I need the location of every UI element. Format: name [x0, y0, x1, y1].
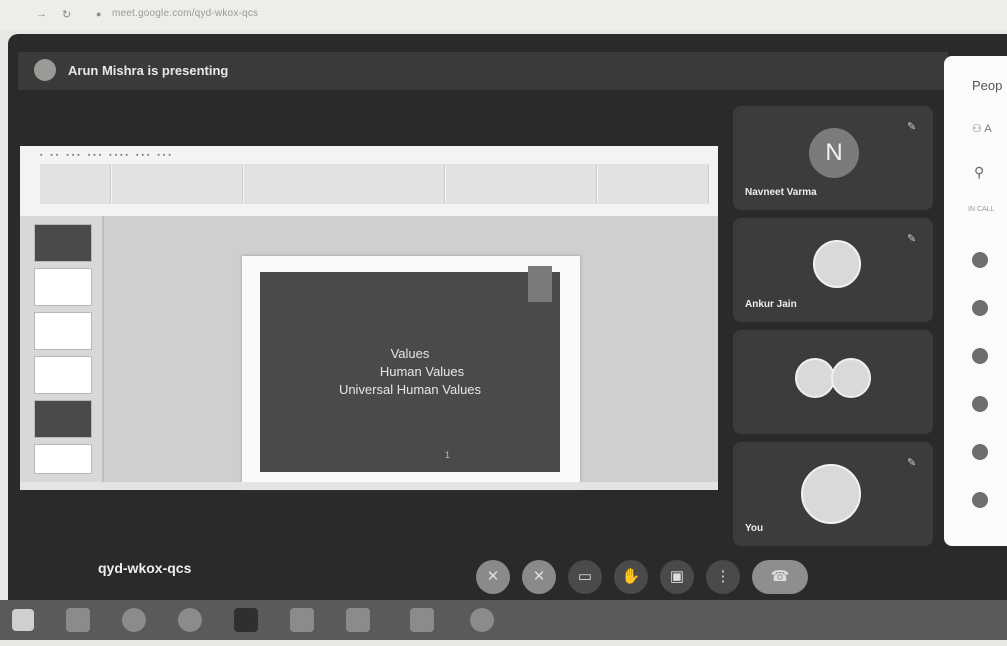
slide-thumbnail[interactable] [34, 268, 92, 306]
search-taskbar-icon[interactable] [66, 608, 90, 632]
mic-muted-icon: ✎ [907, 121, 917, 133]
chrome-icon[interactable] [178, 608, 202, 632]
person-avatar[interactable] [972, 396, 988, 412]
people-panel-title: Peop [972, 78, 1003, 93]
ribbon-tabs: ▪ ▪▪ ▪▪▪ ▪▪▪ ▪▪▪▪ ▪▪▪ ▪▪▪ [40, 152, 174, 159]
participant-tile-ankur[interactable]: ✎ Ankur Jain [733, 218, 933, 322]
slide-page-mark: 1 [445, 450, 451, 460]
slide-thumbnail[interactable] [34, 312, 92, 350]
ribbon-group [40, 164, 111, 204]
more-options-button[interactable]: ⋮ [706, 560, 740, 594]
powerpoint-icon[interactable] [346, 608, 370, 632]
participant-photo [813, 240, 861, 288]
person-avatar[interactable] [972, 444, 988, 460]
participant-name: You [745, 523, 764, 534]
camera-toggle-button[interactable]: ✕ [522, 560, 556, 594]
participant-tile-you[interactable]: ✎ You [733, 442, 933, 546]
add-people-button[interactable]: ⚇ A [972, 122, 992, 135]
participant-photo [801, 464, 861, 524]
slide-line-3: Universal Human Values [338, 382, 482, 397]
search-icon[interactable]: ⚲ [974, 164, 984, 181]
people-panel: Peop ⚇ A ⚲ IN CALL [944, 56, 1007, 546]
participant-photo [795, 358, 835, 398]
person-avatar[interactable] [972, 300, 988, 316]
captions-button[interactable]: ▭ [568, 560, 602, 594]
meet-window: Arun Mishra is presenting ▪ ▪▪ ▪▪▪ ▪▪▪ ▪… [8, 34, 1007, 600]
file-explorer-icon[interactable] [290, 608, 314, 632]
slide-tag [528, 266, 552, 302]
people-section-label: IN CALL [968, 206, 995, 213]
meet-taskbar-icon[interactable] [234, 608, 258, 632]
mic-muted-icon: ✎ [907, 233, 917, 245]
ribbon-group [244, 164, 445, 204]
slide-thumbnail[interactable] [34, 444, 92, 474]
participant-tile-navneet[interactable]: N ✎ Navneet Varma [733, 106, 933, 210]
browser-address-bar: → ↻ ● meet.google.com/qyd-wkox-qcs [0, 0, 1007, 30]
slide-thumbnail[interactable] [34, 400, 92, 438]
slide-thumbnail[interactable] [34, 224, 92, 262]
presenter-avatar [34, 59, 56, 81]
taskbar-app-icon[interactable] [470, 608, 494, 632]
presenting-banner: Arun Mishra is presenting [18, 52, 948, 90]
taskbar [0, 600, 1007, 640]
mic-toggle-button[interactable]: ✕ [476, 560, 510, 594]
url-field[interactable]: meet.google.com/qyd-wkox-qcs [112, 8, 258, 19]
participant-name: Ankur Jain [745, 299, 797, 310]
raise-hand-button[interactable]: ✋ [614, 560, 648, 594]
mic-muted-icon: ✎ [907, 457, 917, 469]
present-button[interactable]: ▣ [660, 560, 694, 594]
meeting-code: qyd-wkox-qcs [98, 560, 192, 576]
powerpoint-ribbon: ▪ ▪▪ ▪▪▪ ▪▪▪ ▪▪▪▪ ▪▪▪ ▪▪▪ [20, 146, 718, 217]
ribbon-group [598, 164, 709, 204]
person-avatar[interactable] [972, 348, 988, 364]
end-call-button[interactable]: ☎ [752, 560, 808, 594]
slide-thumbnails [20, 216, 103, 482]
slide-line-2: Human Values [379, 364, 465, 379]
slide-editor: Values Human Values Universal Human Valu… [104, 216, 718, 488]
ribbon-group [446, 164, 597, 204]
windows-start-icon[interactable] [12, 609, 34, 631]
person-avatar[interactable] [972, 492, 988, 508]
participant-tile-group[interactable] [733, 330, 933, 434]
participant-photo [831, 358, 871, 398]
powerpoint-status-bar [20, 482, 718, 490]
taskbar-app-icon[interactable] [122, 608, 146, 632]
participant-initial-avatar: N [809, 128, 859, 178]
lock-icon: ● [96, 9, 102, 19]
reload-icon[interactable]: ↻ [62, 8, 71, 21]
presenting-text: Arun Mishra is presenting [68, 63, 229, 78]
slide: Values Human Values Universal Human Valu… [260, 266, 560, 472]
taskbar-app-icon[interactable] [410, 608, 434, 632]
shared-screen: ▪ ▪▪ ▪▪▪ ▪▪▪ ▪▪▪▪ ▪▪▪ ▪▪▪ Values Human V… [20, 146, 718, 490]
person-avatar[interactable] [972, 252, 988, 268]
back-arrow-icon[interactable]: → [36, 8, 47, 20]
participant-name: Navneet Varma [745, 187, 817, 198]
slide-frame: Values Human Values Universal Human Valu… [242, 256, 580, 488]
slide-thumbnail[interactable] [34, 356, 92, 394]
slide-line-1: Values [390, 346, 430, 361]
ribbon-group [112, 164, 243, 204]
add-people-label: A [984, 123, 992, 135]
